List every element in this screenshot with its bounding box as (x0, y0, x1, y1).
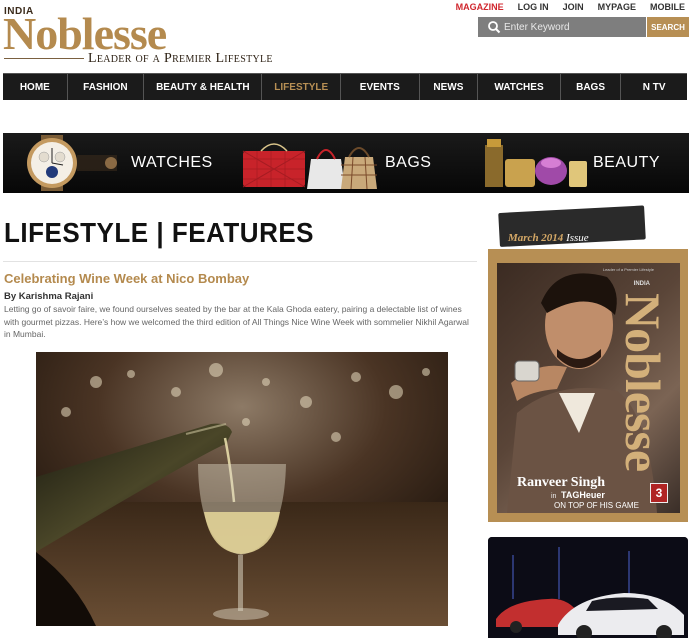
category-banner: WATCHES BAGS BEAUTY (3, 133, 689, 193)
title-divider (3, 261, 477, 262)
article-excerpt: Letting go of savoir faire, we found our… (4, 304, 469, 339)
nav-ntv[interactable]: N TV (621, 74, 687, 100)
nav-bags[interactable]: BAGS (561, 74, 622, 100)
banner-watches-label: WATCHES (131, 154, 213, 171)
bags-image (242, 143, 377, 190)
nav-news[interactable]: NEWS (420, 74, 479, 100)
cover-brand: TAGHeuer (561, 490, 605, 500)
search-button[interactable]: SEARCH (647, 17, 689, 37)
issue-month-year: March 2014 (508, 232, 564, 244)
banner-beauty-label: BEAUTY (593, 154, 661, 171)
issue-label[interactable]: March 2014 Issue (508, 232, 589, 244)
logo-tagline: Leader of a Premier Lifestyle (88, 51, 273, 66)
magazine-cover[interactable]: Leader of a Premier Lifestyle INDIA Nobl… (497, 263, 680, 513)
toplink-magazine[interactable]: MAGAZINE (449, 2, 511, 12)
page-title: LIFESTYLE | FEATURES (4, 216, 315, 249)
cars-image (488, 537, 688, 638)
search-box (478, 17, 646, 37)
logo-divider (4, 58, 84, 59)
nav-beauty-health[interactable]: BEAUTY & HEALTH (144, 74, 263, 100)
banner-bags[interactable]: BAGS (235, 133, 475, 193)
cover-masthead: Noblesse (615, 293, 671, 472)
cover-in: in (551, 493, 557, 500)
main-nav: HOME FASHION BEAUTY & HEALTH LIFESTYLE E… (3, 73, 687, 100)
nav-home[interactable]: HOME (3, 74, 68, 100)
toplink-join[interactable]: JOIN (556, 2, 591, 12)
nav-events[interactable]: EVENTS (341, 74, 420, 100)
banner-beauty[interactable]: BEAUTY (475, 133, 689, 193)
banner-bags-label: BAGS (385, 154, 432, 171)
watch-image (27, 135, 117, 191)
cover-tagline: ON TOP OF HIS GAME (554, 501, 639, 510)
issue-word: Issue (566, 232, 589, 244)
nav-watches[interactable]: WATCHES (478, 74, 561, 100)
toplink-mobile[interactable]: MOBILE (643, 2, 692, 12)
top-links: MAGAZINE LOG IN JOIN MYPAGE MOBILE (449, 2, 692, 12)
article-photo[interactable] (36, 352, 448, 626)
wine-pour-image (36, 352, 448, 626)
banner-watches[interactable]: WATCHES (3, 133, 235, 193)
promo-image[interactable] (488, 537, 688, 638)
logo-country: INDIA (4, 6, 34, 17)
cover-country: INDIA (633, 281, 650, 287)
article-byline: By Karishma Rajani (4, 291, 94, 302)
search-icon (487, 20, 501, 34)
nav-lifestyle[interactable]: LIFESTYLE (262, 74, 342, 100)
cover-small-tagline: Leader of a Premier Lifestyle (602, 267, 654, 272)
nav-fashion[interactable]: FASHION (68, 74, 145, 100)
toplink-mypage[interactable]: MYPAGE (591, 2, 643, 12)
beauty-image (485, 139, 587, 187)
cover-name: Ranveer Singh (517, 475, 606, 490)
search-input[interactable] (501, 20, 646, 34)
article-title[interactable]: Celebrating Wine Week at Nico Bombay (4, 271, 249, 286)
toplink-login[interactable]: LOG IN (511, 2, 556, 12)
cover-issue-number: 3 (650, 483, 668, 503)
